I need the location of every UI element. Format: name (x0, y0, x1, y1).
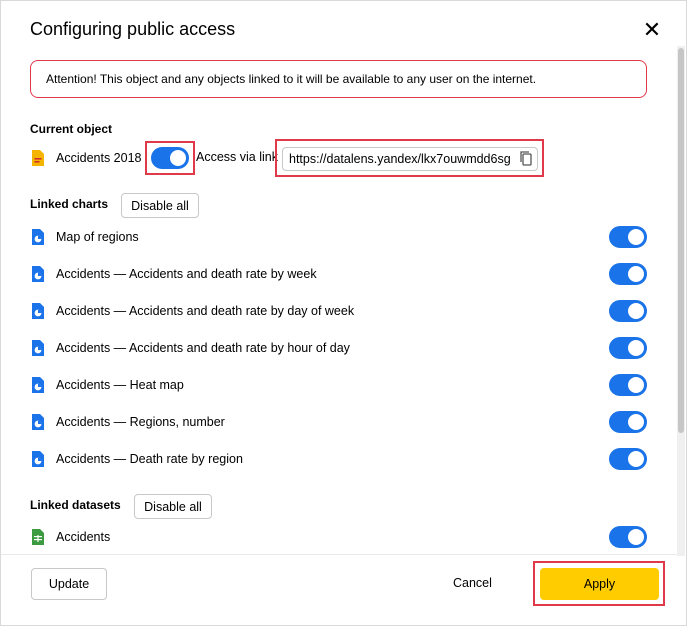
linked-chart-label: Accidents — Accidents and death rate by … (56, 304, 355, 318)
current-object-row: Accidents 2018 (30, 147, 141, 169)
linked-chart-toggle[interactable] (609, 263, 647, 285)
current-object-heading: Current object (30, 122, 113, 136)
dataset-row: Accidents (30, 526, 110, 548)
access-via-link-label: Access via link (196, 150, 278, 164)
footer-divider (1, 554, 677, 555)
linked-chart-row: Accidents — Accidents and death rate by … (30, 337, 350, 359)
dataset-label: Accidents (56, 530, 111, 544)
update-button[interactable]: Update (31, 568, 107, 600)
chart-icon (30, 339, 46, 357)
linked-chart-toggle[interactable] (609, 374, 647, 396)
cancel-button[interactable]: Cancel (453, 576, 492, 590)
linked-chart-label: Accidents — Accidents and death rate by … (56, 341, 350, 355)
public-access-dialog: Configuring public access ✕ Attention! T… (0, 0, 687, 626)
linked-chart-row: Map of regions (30, 226, 139, 248)
linked-chart-toggle[interactable] (609, 411, 647, 433)
linked-chart-label: Accidents — Heat map (56, 378, 184, 392)
close-icon[interactable]: ✕ (641, 19, 663, 41)
dialog-title: Configuring public access (30, 19, 236, 39)
dashboard-icon (30, 149, 46, 167)
chart-icon (30, 413, 46, 431)
linked-chart-label: Accidents — Regions, number (56, 415, 225, 429)
scrollbar-thumb[interactable] (678, 48, 684, 433)
apply-highlight (533, 561, 665, 606)
linked-chart-row: Accidents — Accidents and death rate by … (30, 263, 317, 285)
linked-chart-row: Accidents — Accidents and death rate by … (30, 300, 354, 322)
dataset-list: Accidents (1, 476, 677, 554)
chart-icon (30, 265, 46, 283)
linked-chart-toggle[interactable] (609, 300, 647, 322)
disable-all-charts-button[interactable]: Disable all (121, 193, 199, 218)
attention-alert: Attention! This object and any objects l… (30, 60, 647, 98)
current-object-name: Accidents 2018 (56, 151, 142, 165)
linked-chart-toggle[interactable] (609, 226, 647, 248)
linked-chart-label: Accidents — Death rate by region (56, 452, 243, 466)
chart-icon (30, 228, 46, 246)
linked-chart-toggle[interactable] (609, 337, 647, 359)
linked-chart-label: Map of regions (56, 230, 139, 244)
chart-icon (30, 450, 46, 468)
linked-chart-row: Accidents — Death rate by region (30, 448, 243, 470)
toggle-highlight (145, 141, 195, 175)
dataset-icon (30, 528, 46, 546)
chart-icon (30, 376, 46, 394)
linked-chart-row: Accidents — Regions, number (30, 411, 225, 433)
linked-chart-row: Accidents — Heat map (30, 374, 184, 396)
url-highlight (275, 139, 544, 177)
dataset-toggle[interactable] (609, 526, 647, 548)
linked-chart-label: Accidents — Accidents and death rate by … (56, 267, 317, 281)
chart-icon (30, 302, 46, 320)
linked-chart-toggle[interactable] (609, 448, 647, 470)
linked-charts-heading: Linked charts (30, 197, 109, 211)
